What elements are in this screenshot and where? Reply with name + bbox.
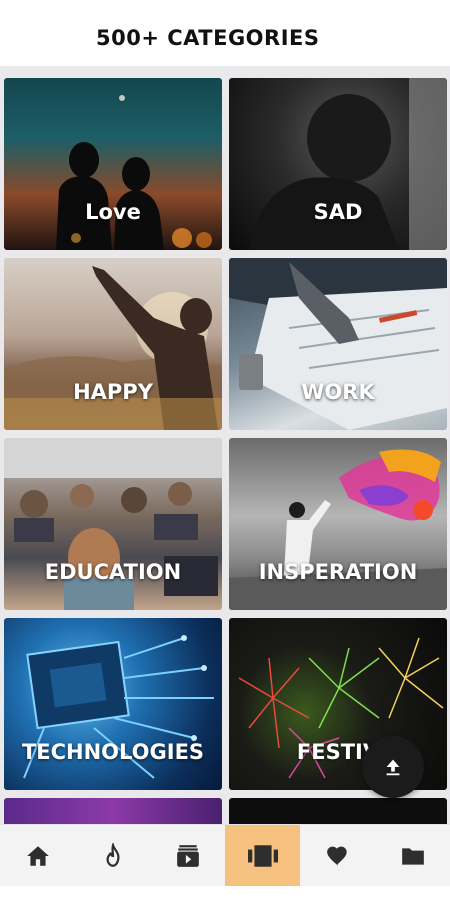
category-tile-happy[interactable]: HAPPY: [4, 258, 222, 430]
category-tile-partial[interactable]: [4, 798, 222, 824]
category-label: WORK: [301, 380, 375, 404]
upload-button[interactable]: [362, 736, 424, 798]
heart-icon: [326, 846, 347, 866]
nav-folders[interactable]: [375, 825, 450, 886]
bottom-spacer: [0, 886, 450, 900]
category-tile-work[interactable]: WORK: [229, 258, 447, 430]
category-tile-insperation[interactable]: INSPERATION: [229, 438, 447, 610]
category-grid: Love SAD HAPPY WORK EDUCATION INSPERATIO…: [0, 66, 450, 824]
category-tile-technologies[interactable]: TECHNOLOGIES: [4, 618, 222, 790]
nav-categories[interactable]: [225, 825, 300, 886]
home-icon: [26, 845, 49, 866]
fire-icon: [105, 842, 120, 867]
upload-icon: [386, 759, 400, 776]
category-tile-partial[interactable]: [229, 798, 447, 824]
nav-favorites[interactable]: [300, 825, 375, 886]
category-label: EDUCATION: [44, 560, 182, 584]
nav-trending[interactable]: [75, 825, 150, 886]
bottom-navigation: [0, 824, 450, 886]
category-tile-sad[interactable]: SAD: [229, 78, 447, 250]
category-tile-love[interactable]: Love: [4, 78, 222, 250]
category-tile-education[interactable]: EDUCATION: [4, 438, 222, 610]
work-image: [229, 258, 447, 430]
love-image: [56, 95, 212, 250]
folder-icon: [401, 847, 424, 865]
insperation-image: [229, 449, 447, 610]
category-label: SAD: [313, 200, 363, 224]
technologies-image: [23, 635, 214, 779]
category-label: HAPPY: [73, 380, 153, 404]
categories-icon: [247, 844, 278, 867]
happy-image: [4, 266, 222, 430]
nav-home[interactable]: [0, 825, 75, 886]
category-label: INSPERATION: [258, 560, 418, 584]
category-label: Love: [85, 200, 141, 224]
video-library-icon: [176, 844, 199, 867]
app-header: 500+ CATEGORIES: [0, 0, 450, 66]
nav-videos[interactable]: [150, 825, 225, 886]
category-label: TECHNOLOGIES: [21, 740, 205, 764]
page-title: 500+ CATEGORIES: [96, 26, 320, 50]
sad-image: [249, 78, 447, 250]
education-image: [4, 438, 222, 610]
